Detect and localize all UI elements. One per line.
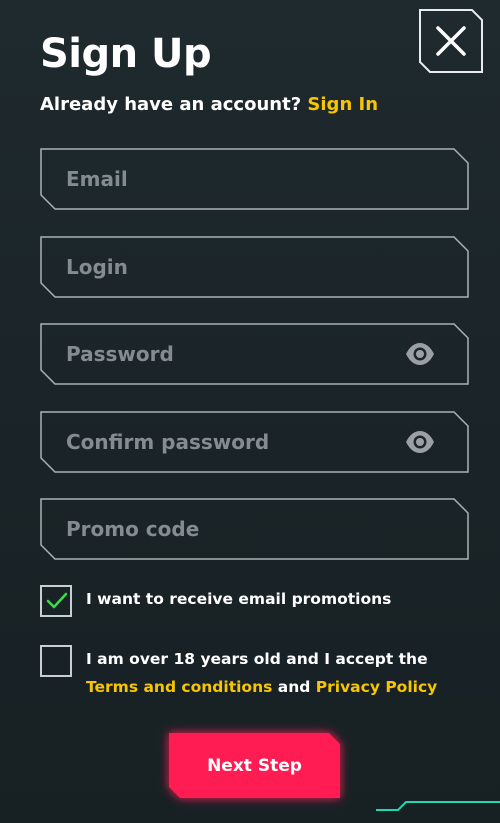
login-input[interactable] [66,236,386,298]
email-field-wrapper [40,148,469,210]
terms-row: I am over 18 years old and I accept the … [40,645,460,705]
terms-label-line1: I am over 18 years old and I accept the [86,650,428,668]
promotions-label: I want to receive email promotions [86,590,392,608]
signup-modal: Sign Up Already have an account? Sign In [0,0,500,823]
terms-label-line2: Terms and conditions and Privacy Policy [86,673,437,701]
next-step-button[interactable]: Next Step [169,733,340,798]
promotions-row: I want to receive email promotions [40,585,460,619]
sign-in-link[interactable]: Sign In [307,94,378,115]
email-input[interactable] [66,148,386,210]
show-password-eye-icon[interactable] [404,340,436,368]
confirm-password-input[interactable] [66,411,386,473]
terms-checkbox[interactable] [40,645,72,677]
promotions-checkbox[interactable] [40,585,72,617]
signin-prompt: Already have an account? Sign In [40,92,378,118]
terms-link[interactable]: Terms and conditions [86,678,272,696]
password-field-wrapper [40,323,469,385]
close-icon [419,9,483,73]
close-button[interactable] [419,9,483,73]
next-step-label: Next Step [207,755,302,776]
show-confirm-password-eye-icon[interactable] [404,428,436,456]
promo-code-input[interactable] [66,498,386,560]
checkmark-icon [46,592,68,609]
password-input[interactable] [66,323,386,385]
login-field-wrapper [40,236,469,298]
page-title: Sign Up [40,31,212,77]
signin-prompt-text: Already have an account? [40,94,302,115]
terms-and-text: and [277,678,311,696]
decorative-accent-line [376,801,500,811]
confirm-password-field-wrapper [40,411,469,473]
promo-field-wrapper [40,498,469,560]
privacy-policy-link[interactable]: Privacy Policy [316,678,438,696]
